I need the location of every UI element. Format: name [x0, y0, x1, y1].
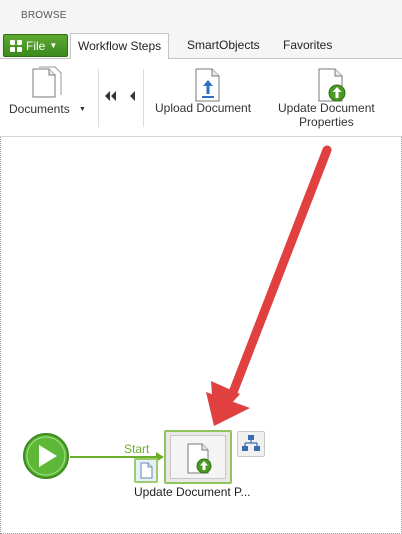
workflow-step-node[interactable] — [164, 430, 232, 484]
hierarchy-icon[interactable] — [237, 431, 265, 457]
document-badge-icon[interactable] — [134, 458, 158, 483]
update-document-properties-icon — [187, 443, 212, 474]
workflow-start-node[interactable] — [22, 432, 70, 485]
workflow-step-label: Update Document P... — [134, 485, 251, 499]
workflow-step-node-inner — [170, 435, 226, 479]
start-connector-label: Start — [124, 442, 150, 456]
